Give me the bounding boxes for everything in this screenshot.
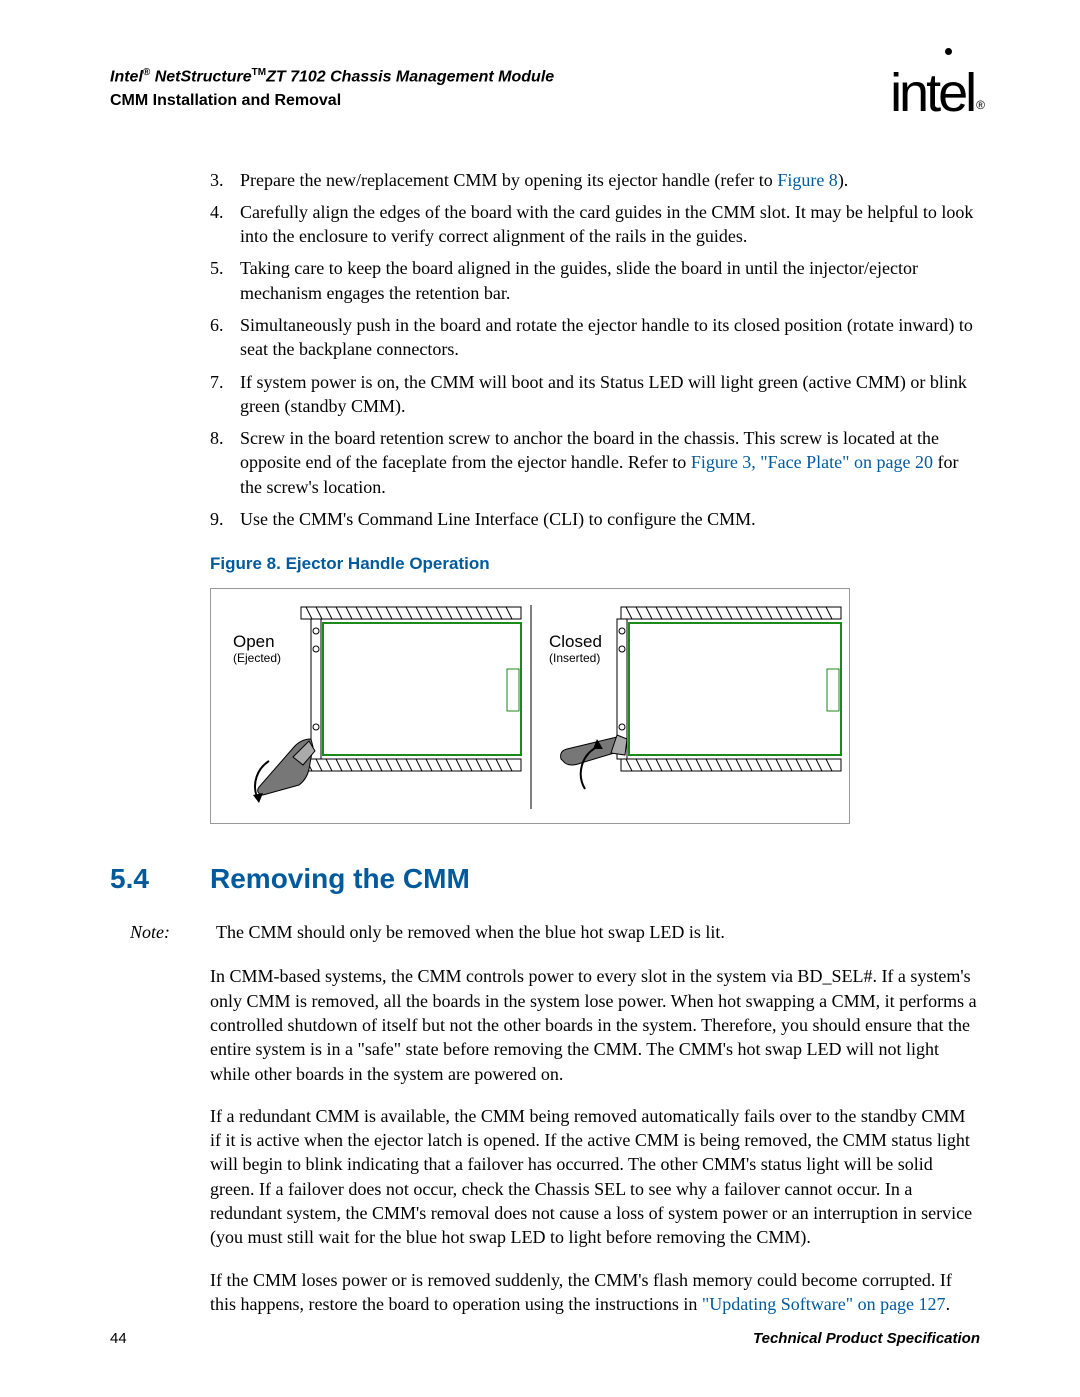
page-header: Intel® NetStructureTMZT 7102 Chassis Man…	[110, 66, 980, 112]
body-paragraph-2: If a redundant CMM is available, the CMM…	[210, 1104, 980, 1250]
note-label: Note:	[112, 920, 170, 944]
footer-spec: Technical Product Specification	[753, 1329, 980, 1349]
fig-left-label: Open	[233, 632, 275, 651]
figure-caption: Figure 8. Ejector Handle Operation	[110, 553, 980, 576]
install-step: Prepare the new/replacement CMM by openi…	[210, 168, 980, 192]
body-paragraph-3: If the CMM loses power or is removed sud…	[210, 1268, 980, 1317]
install-steps-list: Prepare the new/replacement CMM by openi…	[210, 168, 980, 532]
install-step: If system power is on, the CMM will boot…	[210, 370, 980, 419]
page-number: 44	[110, 1329, 127, 1349]
cross-reference-link[interactable]: Figure 3, "Face Plate" on page 20	[691, 452, 933, 472]
fig-left-sub: (Ejected)	[233, 651, 281, 665]
note-block: Note: The CMM should only be removed whe…	[110, 918, 727, 946]
section-title: Removing the CMM	[210, 860, 470, 898]
figure-ejector-handle: Open (Ejected)	[210, 588, 850, 824]
install-step: Carefully align the edges of the board w…	[210, 200, 980, 249]
doc-title: Intel® NetStructureTMZT 7102 Chassis Man…	[110, 66, 554, 88]
install-step: Screw in the board retention screw to an…	[210, 426, 980, 499]
install-step: Taking care to keep the board aligned in…	[210, 256, 980, 305]
intel-logo: intel®	[890, 72, 980, 115]
body-paragraph-1: In CMM-based systems, the CMM controls p…	[210, 964, 980, 1085]
body-paragraph-3-post: .	[946, 1294, 951, 1314]
install-step: Simultaneously push in the board and rot…	[210, 313, 980, 362]
section-number: 5.4	[110, 860, 210, 898]
cross-reference-link[interactable]: Figure 8	[777, 170, 838, 190]
link-updating-software[interactable]: "Updating Software" on page 127	[702, 1294, 946, 1314]
install-step: Use the CMM's Command Line Interface (CL…	[210, 507, 980, 531]
doc-subtitle: CMM Installation and Removal	[110, 90, 554, 112]
note-body: The CMM should only be removed when the …	[216, 920, 725, 944]
section-heading-row: 5.4 Removing the CMM	[110, 860, 980, 898]
page-footer: 44 Technical Product Specification	[110, 1329, 980, 1349]
fig-right-sub: (Inserted)	[549, 651, 600, 665]
fig-right-label: Closed	[549, 632, 602, 651]
